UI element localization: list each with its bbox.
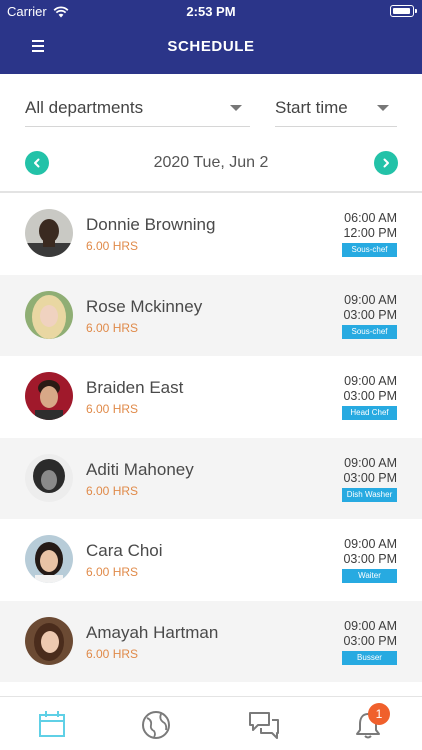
shift-hours: 6.00 HRS — [86, 646, 139, 661]
shift-times: 09:00 AM 03:00 PM — [327, 537, 397, 567]
shift-hours: 6.00 HRS — [86, 320, 139, 335]
role-badge: Dish Washer — [342, 487, 397, 502]
shift-hours: 6.00 HRS — [86, 483, 139, 498]
status-time: 2:53 PM — [186, 4, 236, 19]
employee-name: Donnie Browning — [86, 215, 216, 234]
date-navigation: 2020 Tue, Jun 2 — [0, 145, 422, 183]
schedule-row[interactable]: Braiden East 6.00 HRS 09:00 AM 03:00 PM … — [0, 356, 422, 438]
app-header: Carrier 2:53 PM SCHEDULE — [0, 0, 422, 74]
current-date: 2020 Tue, Jun 2 — [153, 154, 269, 171]
shift-end: 03:00 PM — [343, 307, 397, 322]
calendar-icon — [39, 711, 65, 737]
schedule-row[interactable]: Cara Choi 6.00 HRS 09:00 AM 03:00 PM Wai… — [0, 519, 422, 601]
shift-end: 03:00 PM — [343, 552, 397, 566]
role-badge: Busser — [342, 650, 397, 665]
avatar — [25, 535, 73, 583]
shift-start: 09:00 AM — [344, 618, 397, 633]
shift-times: 09:00 AM 03:00 PM — [327, 619, 397, 649]
tab-schedule[interactable] — [37, 709, 71, 741]
tab-bar — [0, 696, 422, 750]
globe-icon — [142, 711, 170, 739]
role-badge: Waiter — [342, 569, 397, 583]
tab-global[interactable] — [140, 709, 174, 741]
employee-name: Cara Choi — [86, 541, 163, 560]
department-filter-dropdown[interactable]: All departments — [25, 90, 250, 127]
shift-times: 09:00 AM 03:00 PM — [327, 293, 397, 323]
avatar — [25, 372, 73, 420]
shift-end: 03:00 PM — [343, 633, 397, 648]
shift-hours: 6.00 HRS — [86, 565, 139, 579]
chevron-right-icon — [383, 158, 389, 168]
next-day-button[interactable] — [374, 151, 398, 175]
shift-times: 09:00 AM 03:00 PM — [327, 456, 397, 486]
chat-icon — [249, 712, 279, 739]
role-badge: Sous-chef — [342, 243, 397, 257]
shift-end: 12:00 PM — [343, 226, 397, 240]
sort-dropdown[interactable]: Start time — [275, 90, 397, 127]
shift-hours: 6.00 HRS — [86, 239, 139, 253]
shift-times: 09:00 AM 03:00 PM — [327, 374, 397, 404]
page-title: SCHEDULE — [167, 38, 255, 55]
shift-end: 03:00 PM — [343, 389, 397, 403]
shift-start: 09:00 AM — [344, 292, 397, 307]
schedule-row[interactable]: Aditi Mahoney 6.00 HRS 09:00 AM 03:00 PM… — [0, 437, 422, 519]
employee-name: Aditi Mahoney — [86, 459, 194, 479]
battery-icon — [390, 5, 417, 17]
shift-end: 03:00 PM — [343, 470, 397, 485]
shift-start: 06:00 AM — [344, 211, 397, 225]
status-bar: Carrier 2:53 PM — [0, 0, 422, 24]
avatar — [25, 616, 73, 665]
shift-start: 09:00 AM — [344, 537, 397, 551]
shift-start: 09:00 AM — [344, 455, 397, 470]
tab-messages[interactable] — [247, 709, 281, 741]
schedule-row[interactable]: Rose Mckinney 6.00 HRS 09:00 AM 03:00 PM… — [0, 274, 422, 356]
chevron-down-icon — [377, 105, 389, 111]
schedule-row[interactable]: Amayah Hartman 6.00 HRS 09:00 AM 03:00 P… — [0, 600, 422, 682]
schedule-list: Donnie Browning 6.00 HRS 06:00 AM 12:00 … — [0, 193, 422, 682]
avatar — [25, 453, 73, 502]
department-filter-value: All departments — [25, 98, 144, 117]
notification-count-badge: 1 — [368, 703, 390, 725]
employee-name: Rose Mckinney — [86, 296, 203, 316]
employee-name: Braiden East — [86, 378, 184, 397]
employee-name: Amayah Hartman — [86, 622, 219, 642]
shift-start: 09:00 AM — [344, 374, 397, 388]
role-badge: Sous-chef — [342, 324, 397, 339]
chevron-down-icon — [230, 105, 242, 111]
avatar — [25, 209, 73, 257]
shift-hours: 6.00 HRS — [86, 402, 139, 416]
shift-times: 06:00 AM 12:00 PM — [327, 211, 397, 241]
schedule-row[interactable]: Donnie Browning 6.00 HRS 06:00 AM 12:00 … — [0, 193, 422, 275]
avatar — [25, 290, 73, 339]
role-badge: Head Chef — [342, 406, 397, 420]
sort-value: Start time — [275, 98, 348, 117]
